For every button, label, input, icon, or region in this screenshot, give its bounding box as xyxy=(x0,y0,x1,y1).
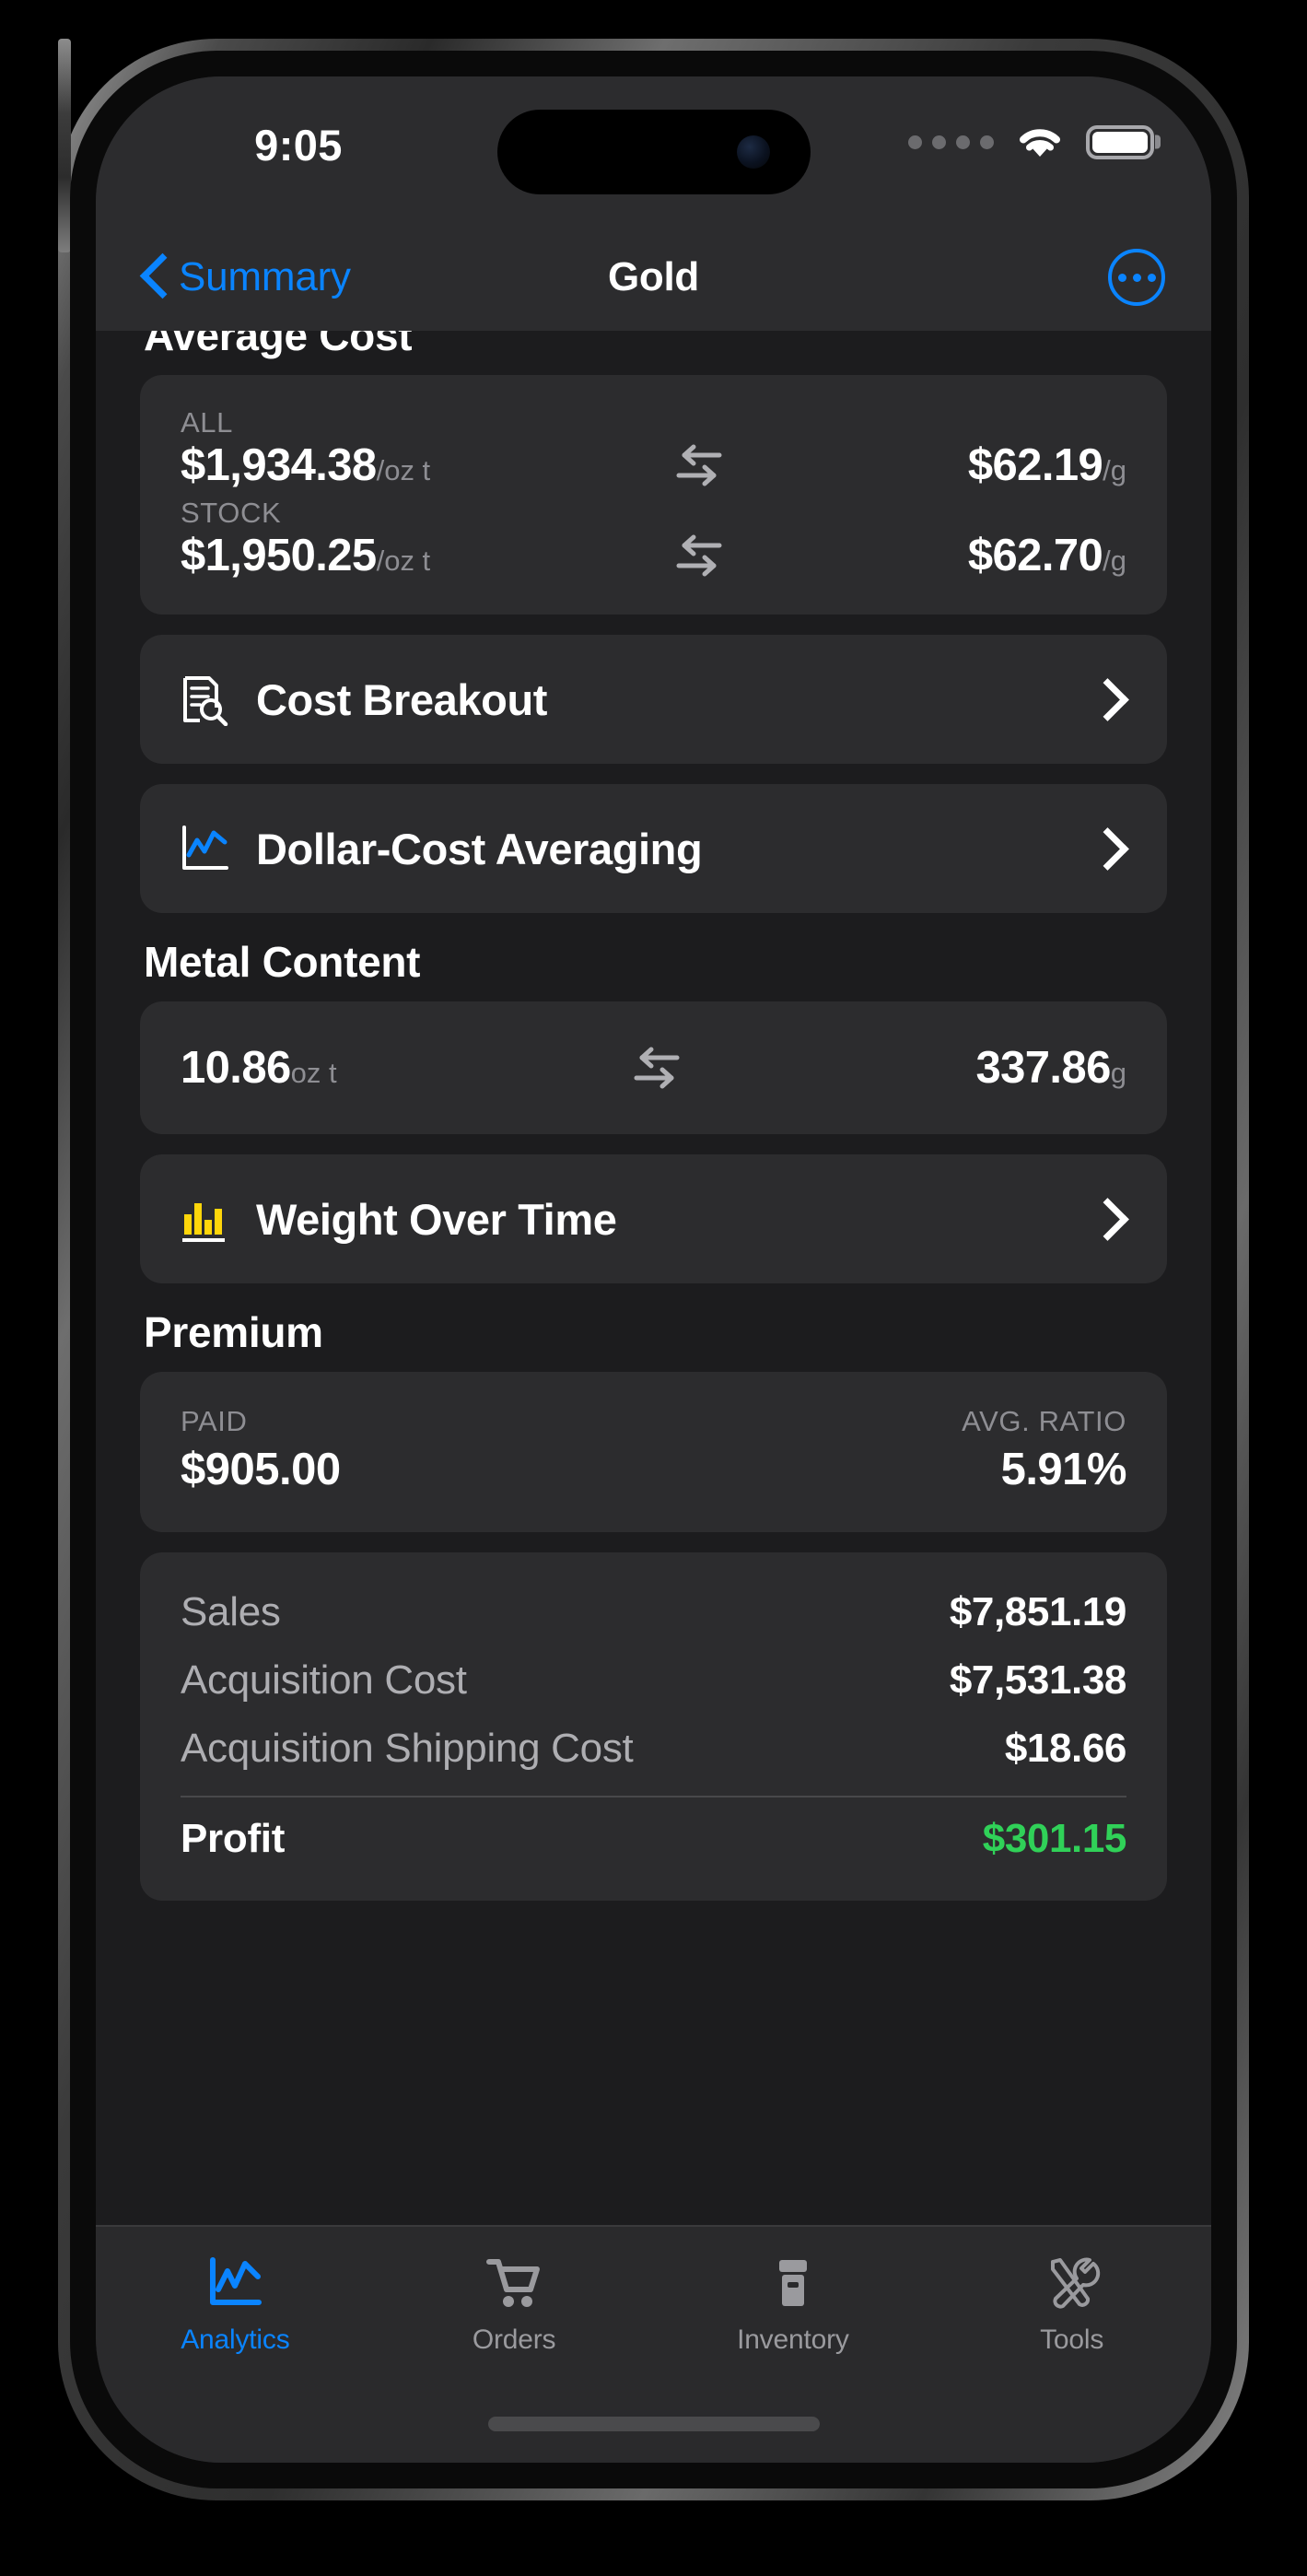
tab-orders-label: Orders xyxy=(472,2324,556,2355)
summary-row-value: $18.66 xyxy=(1004,1726,1127,1771)
profit-label: Profit xyxy=(181,1816,286,1861)
exchange-arrows-icon[interactable] xyxy=(631,1043,683,1093)
metal-content-card: 10.86oz t 337.86g xyxy=(140,1001,1167,1134)
metal-content-right-value: 337.86 xyxy=(975,1043,1111,1093)
profit-summary-card: Sales $7,851.19 Acquisition Cost $7,531.… xyxy=(140,1552,1167,1901)
ellipsis-circle-icon[interactable] xyxy=(1108,249,1165,306)
average-cost-stock-label: STOCK xyxy=(181,497,282,529)
summary-row-profit: Profit $301.15 xyxy=(181,1805,1126,1873)
metal-content-left: 10.86oz t xyxy=(181,1042,337,1094)
tab-orders[interactable]: Orders xyxy=(375,2254,654,2356)
phone-screen: 9:05 Summary Gold Average Cost ALL $1,93… xyxy=(96,76,1211,2463)
document-magnifier-icon xyxy=(177,673,230,726)
cost-breakout-label: Cost Breakout xyxy=(256,674,548,724)
summary-row-value: $7,851.19 xyxy=(949,1589,1127,1634)
dynamic-island xyxy=(496,110,811,194)
average-cost-all-left-value: $1,934.38 xyxy=(181,440,377,490)
status-bar-indicators xyxy=(908,117,1154,167)
exchange-arrows-icon[interactable] xyxy=(673,440,725,490)
premium-paid: PAID $905.00 xyxy=(181,1405,341,1495)
premium-ratio-label: AVG. RATIO xyxy=(962,1405,1126,1437)
front-camera-icon xyxy=(736,135,770,169)
metal-content-left-unit: oz t xyxy=(290,1057,337,1089)
summary-row-value: $7,531.38 xyxy=(949,1657,1127,1703)
tab-analytics[interactable]: Analytics xyxy=(96,2254,375,2356)
tab-tools[interactable]: Tools xyxy=(932,2254,1211,2356)
archive-box-icon xyxy=(763,2254,823,2312)
tab-bar: Analytics Orders Inventory Tools xyxy=(96,2225,1211,2463)
battery-full-icon xyxy=(1086,124,1154,159)
summary-divider xyxy=(181,1796,1126,1797)
line-chart-icon xyxy=(177,822,230,875)
average-cost-row-stock: STOCK $1,950.25/oz t $62.70/g xyxy=(181,497,1126,581)
average-cost-all-right-unit: /g xyxy=(1103,454,1126,486)
premium-paid-value: $905.00 xyxy=(181,1445,341,1494)
cost-breakout-row[interactable]: Cost Breakout xyxy=(140,635,1167,764)
chevron-right-icon xyxy=(1108,679,1130,720)
dollar-cost-averaging-row[interactable]: Dollar-Cost Averaging xyxy=(140,784,1167,913)
section-title-average-cost: Average Cost xyxy=(144,331,413,359)
scroll-content[interactable]: Average Cost ALL $1,934.38/oz t $62.19/g… xyxy=(96,331,1211,2225)
wifi-icon xyxy=(1015,123,1065,160)
exchange-arrows-icon[interactable] xyxy=(673,531,725,580)
summary-row-key: Sales xyxy=(181,1589,281,1634)
metal-content-right-unit: g xyxy=(1110,1057,1126,1089)
tab-analytics-label: Analytics xyxy=(181,2324,290,2355)
back-button[interactable]: Summary xyxy=(142,254,351,300)
tab-inventory[interactable]: Inventory xyxy=(654,2254,933,2356)
back-button-label: Summary xyxy=(179,254,351,299)
summary-row-key: Acquisition Shipping Cost xyxy=(181,1726,634,1771)
section-title-metal-content: Metal Content xyxy=(144,938,421,986)
average-cost-stock-right: $62.70/g xyxy=(968,530,1126,581)
metal-content-left-value: 10.86 xyxy=(181,1043,291,1093)
premium-paid-label: PAID xyxy=(181,1405,248,1437)
metal-content-right: 337.86g xyxy=(975,1042,1126,1094)
premium-ratio: AVG. RATIO 5.91% xyxy=(962,1405,1126,1495)
average-cost-stock-left: $1,950.25/oz t xyxy=(181,530,430,581)
average-cost-all-right: $62.19/g xyxy=(968,439,1126,491)
average-cost-all-left: $1,934.38/oz t xyxy=(181,439,430,491)
average-cost-all-left-unit: /oz t xyxy=(376,454,431,486)
average-cost-card: ALL $1,934.38/oz t $62.19/g STOCK $1,950… xyxy=(140,375,1167,615)
signal-dots-icon xyxy=(908,135,994,149)
tab-inventory-label: Inventory xyxy=(737,2324,849,2355)
summary-row-acquisition-cost: Acquisition Cost $7,531.38 xyxy=(181,1646,1126,1715)
device-bezel: 9:05 Summary Gold Average Cost ALL $1,93… xyxy=(70,51,1237,2488)
premium-card: PAID $905.00 AVG. RATIO 5.91% xyxy=(140,1372,1167,1532)
summary-row-acquisition-shipping-cost: Acquisition Shipping Cost $18.66 xyxy=(181,1715,1126,1783)
average-cost-all-label: ALL xyxy=(181,406,233,439)
device-frame: 9:05 Summary Gold Average Cost ALL $1,93… xyxy=(58,39,1249,2500)
home-indicator[interactable] xyxy=(487,2417,820,2431)
power-button[interactable] xyxy=(58,39,71,252)
premium-ratio-value: 5.91% xyxy=(1000,1445,1127,1494)
average-cost-all-right-value: $62.19 xyxy=(967,440,1103,490)
chevron-right-icon xyxy=(1108,1199,1130,1239)
summary-row-sales: Sales $7,851.19 xyxy=(181,1578,1126,1646)
section-title-premium: Premium xyxy=(144,1308,323,1356)
average-cost-stock-right-value: $62.70 xyxy=(967,531,1103,580)
line-chart-icon xyxy=(204,2254,265,2312)
summary-row-key: Acquisition Cost xyxy=(181,1657,467,1703)
average-cost-stock-right-unit: /g xyxy=(1103,544,1126,577)
dollar-cost-averaging-label: Dollar-Cost Averaging xyxy=(256,824,703,873)
average-cost-stock-left-value: $1,950.25 xyxy=(181,531,377,580)
wrench-screwdriver-icon xyxy=(1042,2254,1103,2312)
bar-chart-icon xyxy=(177,1192,230,1246)
status-bar: 9:05 xyxy=(96,76,1211,224)
profit-value: $301.15 xyxy=(982,1816,1127,1861)
tab-tools-label: Tools xyxy=(1040,2324,1104,2355)
chevron-left-icon xyxy=(142,256,166,299)
screenshot-stage: 9:05 Summary Gold Average Cost ALL $1,93… xyxy=(0,0,1307,2576)
shopping-cart-icon xyxy=(484,2254,544,2312)
average-cost-stock-left-unit: /oz t xyxy=(376,544,431,577)
status-bar-time: 9:05 xyxy=(254,121,343,170)
weight-over-time-label: Weight Over Time xyxy=(256,1194,617,1244)
weight-over-time-row[interactable]: Weight Over Time xyxy=(140,1154,1167,1283)
navigation-bar: Summary Gold xyxy=(96,224,1211,331)
chevron-right-icon xyxy=(1108,828,1130,869)
average-cost-row-all: ALL $1,934.38/oz t $62.19/g xyxy=(181,406,1126,491)
